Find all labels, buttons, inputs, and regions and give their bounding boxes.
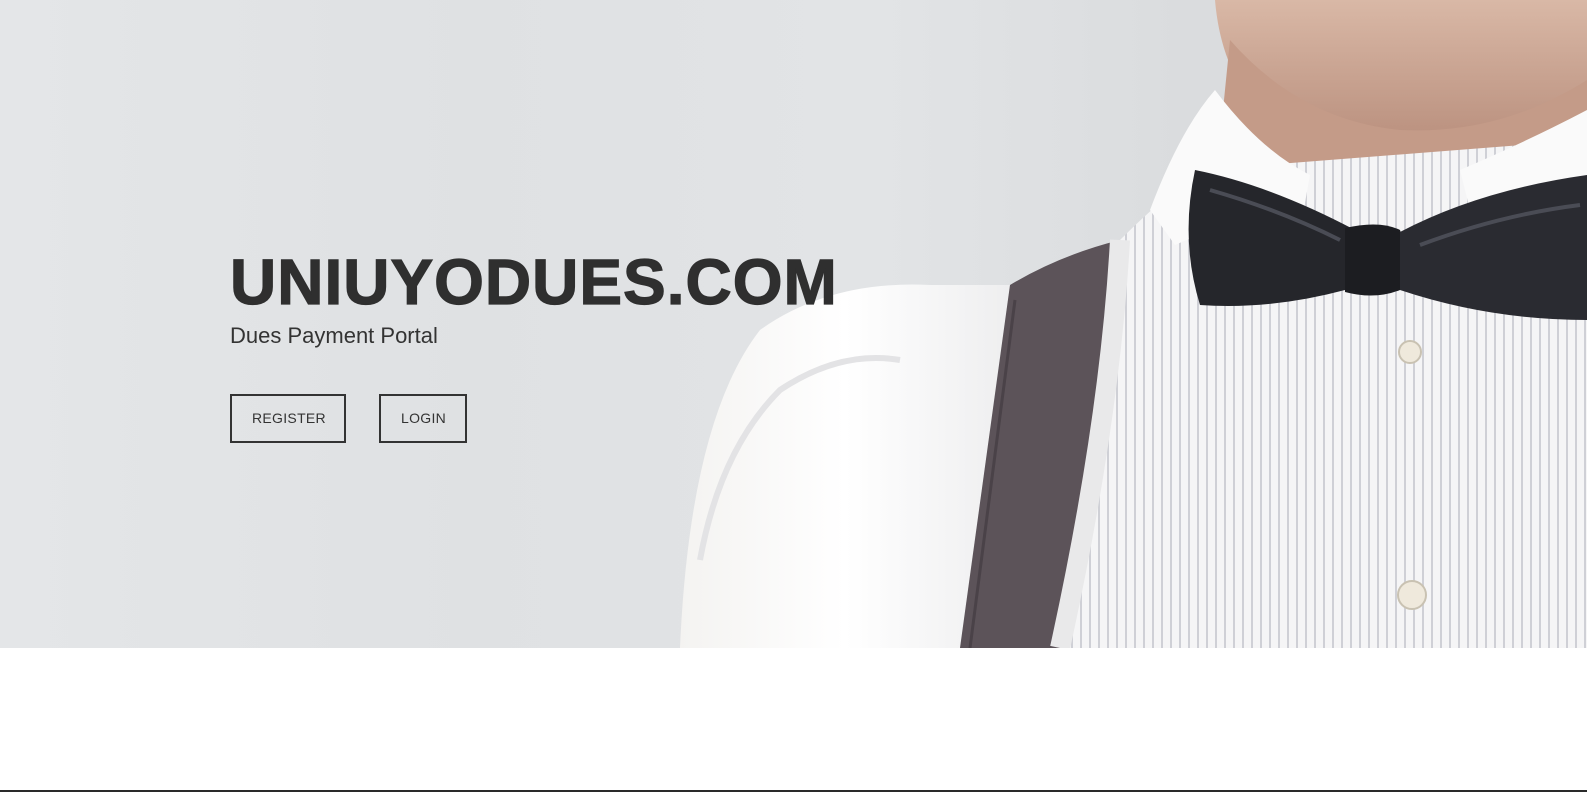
hero-button-row: REGISTER LOGIN bbox=[230, 394, 838, 443]
site-subtitle: Dues Payment Portal bbox=[230, 323, 438, 348]
login-button[interactable]: LOGIN bbox=[379, 394, 467, 443]
hero-section: UNIUYODUES.COM Dues Payment Portal REGIS… bbox=[0, 0, 1587, 648]
hero-content: UNIUYODUES.COM Dues Payment Portal REGIS… bbox=[229, 245, 838, 443]
site-title: UNIUYODUES.COM bbox=[229, 245, 838, 318]
register-button[interactable]: REGISTER bbox=[230, 394, 346, 443]
